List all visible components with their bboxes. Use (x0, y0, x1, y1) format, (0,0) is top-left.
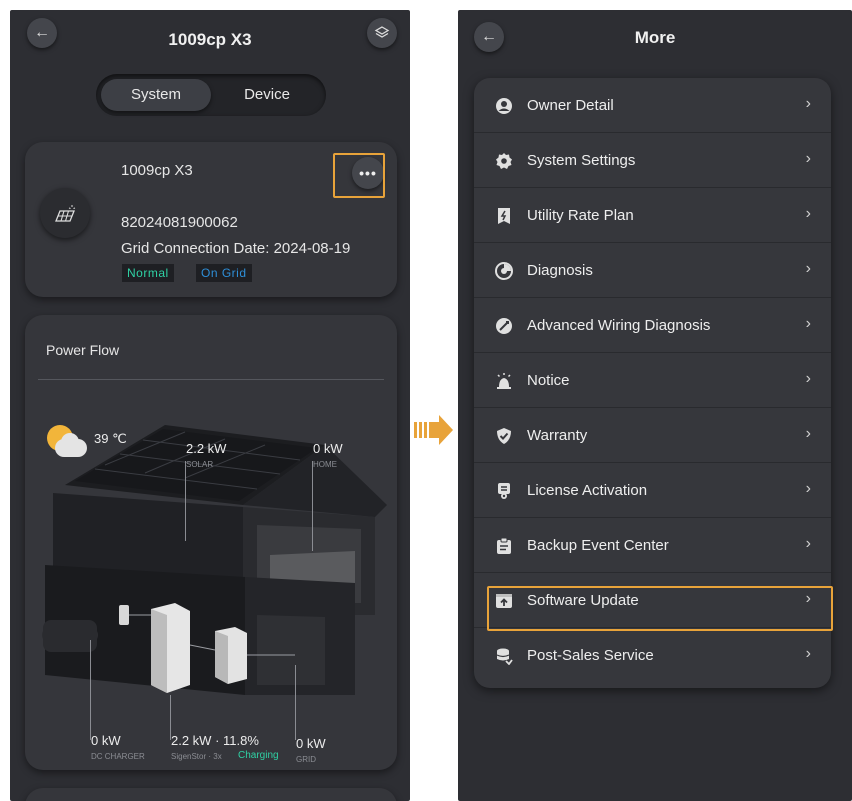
wiring-icon (494, 316, 514, 336)
shield-check-icon (494, 426, 514, 446)
battery-label: SigenStor · 3x (171, 752, 222, 761)
home-line (312, 461, 313, 551)
page-title: More (634, 28, 676, 47)
tab-device[interactable]: Device (214, 79, 320, 111)
solar-panel-icon (55, 205, 76, 222)
dc-charger-label: DC CHARGER (91, 752, 145, 761)
menu-item-notice[interactable]: Notice › (474, 353, 831, 408)
status-badge-normal: Normal (122, 264, 174, 282)
chevron-right-icon: › (805, 205, 811, 222)
menu-item-owner-detail[interactable]: Owner Detail › (474, 78, 831, 133)
chevron-right-icon: › (805, 535, 811, 552)
transition-arrow-icon (414, 415, 453, 445)
chevron-right-icon: › (805, 95, 811, 112)
next-card (25, 788, 397, 801)
solar-value: 2.2 kW (186, 441, 227, 456)
rate-plan-icon (494, 206, 514, 226)
chevron-right-icon: › (805, 425, 811, 442)
service-icon (494, 646, 514, 666)
power-flow-card[interactable]: Power Flow 39 ℃ 2.2 kW SOLAR 0 kW HOME 0… (25, 315, 397, 770)
menu-item-post-sales-service[interactable]: Post-Sales Service › (474, 628, 831, 683)
home-value: 0 kW (313, 441, 343, 456)
menu-item-utility-rate-plan[interactable]: Utility Rate Plan › (474, 188, 831, 243)
menu-item-advanced-wiring-diagnosis[interactable]: Advanced Wiring Diagnosis › (474, 298, 831, 353)
grid-line (295, 665, 296, 740)
license-icon (494, 481, 514, 501)
chevron-right-icon: › (805, 315, 811, 332)
menu-item-license-activation[interactable]: License Activation › (474, 463, 831, 518)
solar-line (185, 461, 186, 541)
chevron-right-icon: › (805, 260, 811, 277)
home-label: HOME (313, 460, 337, 469)
status-badge-on-grid: On Grid (196, 264, 252, 282)
grid-value: 0 kW (296, 736, 326, 751)
chevron-right-icon: › (805, 480, 811, 497)
weather-icon (45, 425, 89, 461)
temperature-value: 39 ℃ (94, 431, 127, 446)
menu-item-warranty[interactable]: Warranty › (474, 408, 831, 463)
house-illustration (42, 425, 387, 695)
page-title: 1009cp X3 (168, 30, 252, 49)
menu-item-backup-event-center[interactable]: Backup Event Center › (474, 518, 831, 573)
dc-charger-line (90, 640, 91, 740)
battery-value: 2.2 kW · 11.8% (171, 733, 259, 748)
menu-item-system-settings[interactable]: System Settings › (474, 133, 831, 188)
menu-item-diagnosis[interactable]: Diagnosis › (474, 243, 831, 298)
clipboard-icon (494, 536, 514, 556)
battery-state: Charging (238, 750, 279, 761)
system-name: 1009cp X3 (121, 162, 193, 179)
user-icon (494, 96, 514, 116)
system-screen: ← 1009cp X3 System Device 1009cp X3 8202… (10, 10, 410, 801)
dc-charger-value: 0 kW (91, 733, 121, 748)
view-toggle: System Device (96, 74, 326, 116)
layers-button[interactable] (367, 18, 397, 48)
layers-icon (374, 26, 390, 38)
bell-icon (494, 371, 514, 391)
more-screen: ← More Owner Detail › System Settings › … (458, 10, 852, 801)
solar-label: SOLAR (186, 460, 214, 469)
chevron-right-icon: › (805, 150, 811, 167)
more-options-highlight (333, 153, 385, 198)
system-avatar (40, 188, 90, 238)
grid-connection-date: Grid Connection Date: 2024-08-19 (121, 240, 351, 257)
chevron-right-icon: › (805, 370, 811, 387)
system-serial: 82024081900062 (121, 214, 238, 231)
diagnosis-icon (494, 261, 514, 281)
gear-icon (494, 151, 514, 171)
tab-system[interactable]: System (101, 79, 211, 111)
software-update-highlight (487, 586, 833, 631)
chevron-right-icon: › (805, 645, 811, 662)
grid-label: GRID (296, 755, 316, 764)
